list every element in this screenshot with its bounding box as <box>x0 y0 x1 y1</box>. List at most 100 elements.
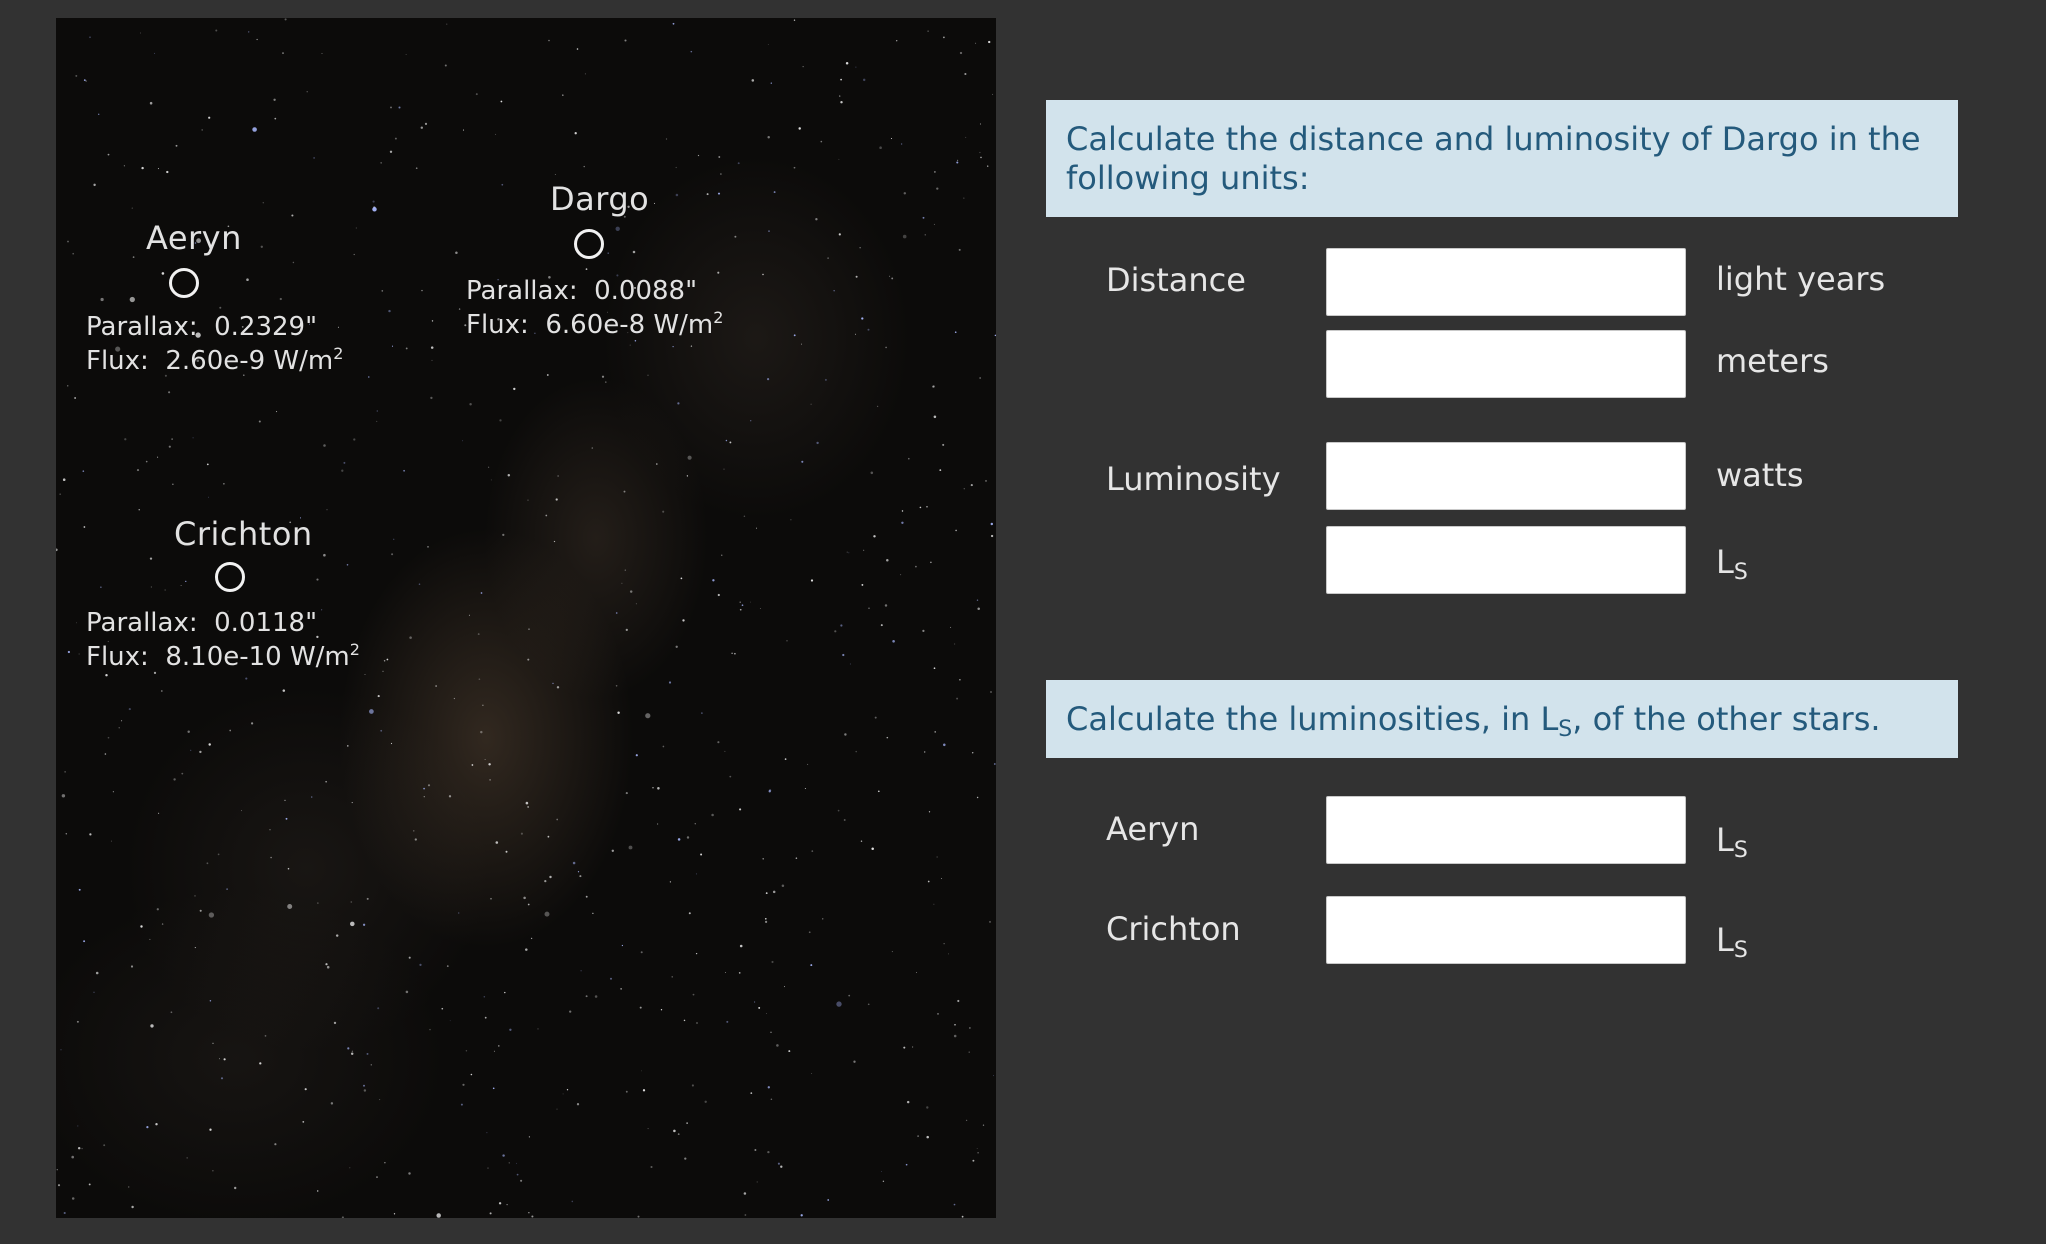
background-star-dot <box>175 144 178 147</box>
background-star-dot <box>520 832 523 835</box>
background-star-dot <box>362 923 366 926</box>
flux-line-aeryn: Flux: 2.60e-9 W/m2 <box>86 344 343 378</box>
background-star-dot <box>810 579 814 582</box>
background-star-dot <box>955 529 957 532</box>
background-star-dot <box>615 226 620 231</box>
background-star-dot <box>625 1090 628 1093</box>
background-star-dot <box>420 126 423 129</box>
crichton-luminosity-input[interactable] <box>1326 896 1686 964</box>
background-star-dot <box>810 403 812 405</box>
background-star-dot <box>501 183 504 186</box>
background-star-dot <box>734 235 737 238</box>
background-star-dot <box>770 82 772 84</box>
background-star-dot <box>965 136 967 138</box>
background-star-dot <box>458 308 461 310</box>
background-star-dot <box>917 1135 919 1137</box>
background-star-dot <box>313 157 315 159</box>
background-star-dot <box>816 441 819 445</box>
background-star-dot <box>915 972 917 974</box>
background-star-dot <box>980 156 982 159</box>
background-star-dot <box>642 1089 646 1092</box>
background-star-dot <box>274 117 277 120</box>
background-star-dot <box>75 74 78 77</box>
aeryn-luminosity-input[interactable] <box>1326 796 1686 864</box>
background-star-dot <box>127 1186 130 1188</box>
background-star-dot <box>460 1103 463 1106</box>
luminosity-watts-input[interactable] <box>1326 442 1686 510</box>
background-star-dot <box>483 995 486 998</box>
parallax-value-dargo: 0.0088" <box>594 276 698 306</box>
flux-exponent: 2 <box>333 344 344 363</box>
background-star-dot <box>552 682 554 685</box>
background-star-dot <box>107 153 110 156</box>
background-star-dot <box>662 745 665 748</box>
background-star-dot <box>376 410 378 412</box>
background-star-dot <box>972 1159 975 1162</box>
background-star-dot <box>584 73 586 75</box>
background-star-dot <box>335 934 339 937</box>
background-star-dot <box>470 1073 473 1076</box>
background-star-dot <box>922 629 925 633</box>
background-star-dot <box>531 1215 534 1218</box>
background-star-dot <box>527 658 530 661</box>
luminosity-solar-input[interactable] <box>1326 526 1686 594</box>
background-star-dot <box>448 795 452 798</box>
background-star-dot <box>767 378 770 381</box>
background-star-dot <box>906 1100 910 1104</box>
background-star-dot <box>874 716 877 719</box>
background-star-dot <box>353 253 355 256</box>
background-star-dot <box>161 272 165 275</box>
background-star-dot <box>65 833 68 835</box>
background-star-dot <box>886 559 889 562</box>
background-star-dot <box>881 1171 882 1173</box>
background-star-dot <box>585 995 588 998</box>
background-star-dot <box>953 1034 957 1038</box>
background-star-dot <box>149 938 151 940</box>
background-star-dot <box>380 729 383 732</box>
background-star-dot <box>620 988 622 990</box>
background-star-dot <box>882 1180 885 1182</box>
background-star-dot <box>492 1087 495 1090</box>
background-star-dot <box>704 1100 707 1103</box>
background-star-dot <box>61 794 66 798</box>
flux-line-crichton: Flux: 8.10e-10 W/m2 <box>86 640 360 674</box>
background-star-dot <box>429 1028 431 1031</box>
background-star-dot <box>695 873 697 875</box>
background-star-dot <box>427 546 429 548</box>
background-star-dot <box>363 1089 367 1092</box>
distance-light-years-input[interactable] <box>1326 248 1686 316</box>
background-star-dot <box>505 850 508 853</box>
background-star-dot <box>585 268 588 270</box>
unit-l: L <box>1716 821 1734 859</box>
background-star-dot <box>355 227 357 229</box>
background-star-dot <box>840 101 843 104</box>
background-star-dot <box>544 879 547 883</box>
background-star-dot <box>645 713 651 719</box>
unit-meters: meters <box>1716 342 1829 380</box>
background-star-dot <box>287 867 290 870</box>
background-star-dot <box>621 582 623 584</box>
background-star-dot <box>350 901 353 903</box>
background-star-dot <box>56 1169 58 1171</box>
background-star-dot <box>132 256 135 258</box>
background-star-dot <box>977 607 980 610</box>
distance-meters-input[interactable] <box>1326 330 1686 398</box>
background-star-dot <box>979 151 981 154</box>
background-star-dot <box>256 38 258 41</box>
background-star-dot <box>750 1092 753 1094</box>
background-star-dot <box>121 720 123 722</box>
background-star-dot <box>959 678 961 681</box>
background-star-dot <box>377 1007 380 1010</box>
background-star-dot <box>926 1135 929 1139</box>
background-star-dot <box>976 1147 978 1149</box>
background-star-dot <box>965 1119 968 1122</box>
background-star-dot <box>734 652 736 655</box>
background-star-dot <box>770 1098 773 1101</box>
background-star-dot <box>77 1125 79 1127</box>
background-star-dot <box>398 106 401 109</box>
background-star-dot <box>788 1050 791 1053</box>
background-star-dot <box>330 1102 334 1105</box>
background-star-dot <box>784 758 787 760</box>
star-marker-crichton <box>215 562 245 592</box>
background-star-dot <box>527 499 529 501</box>
